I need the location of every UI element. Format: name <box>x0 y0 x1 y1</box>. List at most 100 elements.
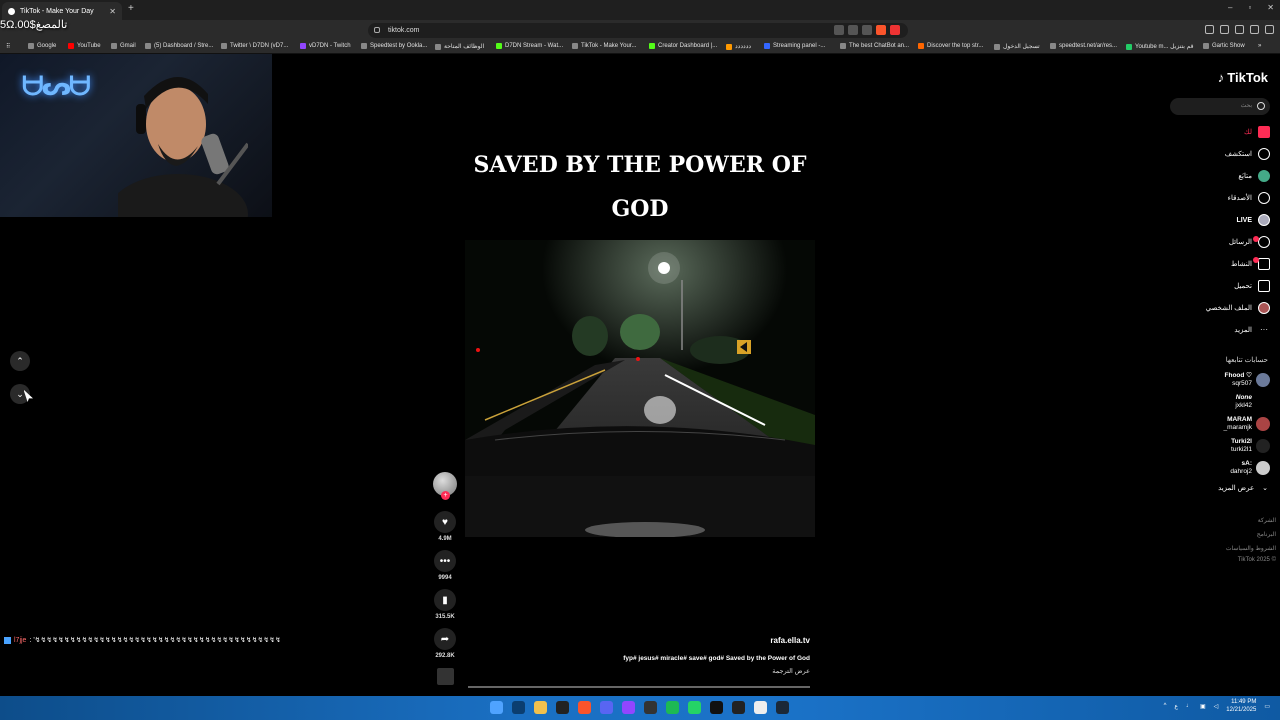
following-account[interactable]: Turki2l turki2l1 <box>1231 438 1270 454</box>
sidebar-icon[interactable] <box>1220 25 1229 34</box>
share-icon[interactable] <box>862 25 872 35</box>
microphone-icon[interactable]: ♩ <box>1186 703 1192 709</box>
nav-live[interactable]: LIVE <box>1236 214 1270 226</box>
bookmark-item[interactable]: The best ChatBot an... <box>840 43 909 49</box>
app-icon[interactable] <box>710 701 723 714</box>
spotify-icon[interactable] <box>666 701 679 714</box>
bookmark-item[interactable]: تسجيل الدخول <box>994 43 1040 50</box>
steam-icon[interactable] <box>776 701 789 714</box>
discord-icon[interactable] <box>600 701 613 714</box>
bookmark-item[interactable]: Gartic Show <box>1203 43 1245 49</box>
nav-for-you[interactable]: لك <box>1244 126 1270 138</box>
twitch-icon[interactable] <box>622 701 635 714</box>
file-explorer-icon[interactable] <box>534 701 547 714</box>
bookmark-item[interactable]: Speedtest by Ookla... <box>361 43 427 49</box>
system-tray: ^ ع ♩ ▣ ◁ 11:49 PM 12/21/2025 ▭ <box>1164 698 1270 714</box>
video-description: fyp# jesus# miracle# save# god# Saved by… <box>623 655 810 662</box>
keyboard-language[interactable]: ع <box>1174 703 1178 710</box>
bookmark-item[interactable]: speedtest.net/ar/res... <box>1050 43 1117 49</box>
nav-activity[interactable]: النشاط <box>1231 258 1270 270</box>
network-icon[interactable]: ▣ <box>1200 703 1206 710</box>
live-icon <box>1258 214 1270 226</box>
share-arrow-icon[interactable]: ➦ <box>434 628 456 650</box>
wallet-icon[interactable] <box>1235 25 1244 34</box>
cast-icon[interactable] <box>848 25 858 35</box>
search-input[interactable]: بحث <box>1170 98 1270 115</box>
heart-icon[interactable]: ♥ <box>434 511 456 533</box>
video-caption: rafa.ella.tv fyp# jesus# miracle# save# … <box>560 636 810 675</box>
bookmark-item[interactable]: D7DN Stream - Wat... <box>496 43 563 49</box>
minimize-button[interactable]: – <box>1228 3 1232 12</box>
apps-grid-icon[interactable]: ⠿ <box>6 43 10 50</box>
nav-messages[interactable]: الرسائل <box>1229 236 1270 248</box>
bookmark-item[interactable]: Twitter \ D7DN (vD7... <box>221 43 288 49</box>
footer-program-link[interactable]: البرنامج <box>1257 531 1276 538</box>
footer-terms-link[interactable]: الشروط والسياسات <box>1226 545 1276 552</box>
bookmark-item[interactable]: Youtube m... قم بتنزيل <box>1126 43 1193 50</box>
app-icon[interactable] <box>754 701 767 714</box>
tiktok-logo[interactable]: ♪ TikTok <box>1218 70 1268 85</box>
footer-copyright: © 2025 TikTok <box>1237 557 1276 563</box>
app-icon[interactable] <box>732 701 745 714</box>
see-more-button[interactable]: ⌄ عرض المزيد <box>1218 484 1268 492</box>
bookmark-item[interactable]: YouTube <box>68 43 101 49</box>
brave-rewards-icon[interactable] <box>890 25 900 35</box>
bookmark-save-icon[interactable]: ▮ <box>434 589 456 611</box>
volume-icon[interactable]: ◁ <box>1214 703 1219 710</box>
following-account[interactable]: MARAM _maramjk <box>1223 416 1270 432</box>
bookmark-item[interactable]: vD7DN - Twitch <box>300 43 351 49</box>
nav-upload[interactable]: تحميل <box>1234 280 1270 292</box>
chevron-up-icon: ⌃ <box>16 355 24 366</box>
app-icon[interactable] <box>556 701 569 714</box>
nav-following[interactable]: متابَع <box>1238 170 1270 182</box>
follow-button[interactable]: + <box>441 491 450 500</box>
brave-shield-icon[interactable] <box>876 25 886 35</box>
nav-explore[interactable]: استكشف <box>1225 148 1270 160</box>
creator-username[interactable]: rafa.ella.tv <box>560 636 810 645</box>
video-progress-bar[interactable] <box>468 686 810 688</box>
brave-browser-icon[interactable] <box>578 701 591 714</box>
close-tab-icon[interactable]: ✕ <box>109 7 116 16</box>
obs-icon[interactable] <box>644 701 657 714</box>
bookmarks-overflow-icon[interactable]: » <box>1258 43 1261 49</box>
whatsapp-icon[interactable] <box>688 701 701 714</box>
extensions-icon[interactable] <box>1205 25 1214 34</box>
bookmark-item[interactable]: الوظائف المتاحة <box>435 43 484 50</box>
nav-more[interactable]: ··· المزيد <box>1234 324 1270 336</box>
comment-icon[interactable]: ••• <box>434 550 456 572</box>
bookmark-item[interactable]: (5) Dashboard / Stre... <box>145 43 213 49</box>
vpn-icon[interactable] <box>1250 25 1259 34</box>
footer-company-link[interactable]: الشركة <box>1258 517 1276 524</box>
maximize-button[interactable]: ▫ <box>1248 3 1251 12</box>
bookmark-item[interactable]: Streaming panel -... <box>764 43 825 49</box>
clock[interactable]: 11:49 PM 12/21/2025 <box>1226 698 1256 714</box>
windows-start-icon[interactable] <box>490 701 503 714</box>
search-icon[interactable] <box>512 701 525 714</box>
close-window-button[interactable]: ✕ <box>1267 3 1274 12</box>
site-info-icon[interactable] <box>374 27 380 33</box>
following-account[interactable]: sA: dahroj2 <box>1230 460 1270 476</box>
search-icon[interactable] <box>1257 102 1265 110</box>
tray-overflow-icon[interactable]: ^ <box>1164 703 1167 709</box>
nav-friends[interactable]: الأصدقاء <box>1228 192 1270 204</box>
nav-profile[interactable]: الملف الشخصي <box>1206 302 1270 314</box>
activity-icon <box>1258 258 1270 270</box>
previous-video-button[interactable]: ⌃ <box>10 351 30 371</box>
bookmark-item[interactable]: Gmail <box>111 43 136 49</box>
see-translation-link[interactable]: عرض الترجمة <box>560 667 810 675</box>
notifications-icon[interactable]: ▭ <box>1264 703 1270 710</box>
activity-badge <box>1253 257 1259 263</box>
bookmark-item[interactable]: TikTok - Make Your... <box>572 43 636 49</box>
bookmark-item[interactable]: دددددد <box>726 43 751 50</box>
bookmark-item[interactable]: Google <box>28 43 56 49</box>
like-count: 4.9M <box>438 536 452 542</box>
url-input[interactable]: tiktok.com <box>368 23 908 38</box>
bookmark-item[interactable]: Creator Dashboard |... <box>649 43 717 49</box>
new-tab-button[interactable]: + <box>128 3 134 14</box>
music-disc-icon[interactable] <box>437 668 454 685</box>
menu-icon[interactable] <box>1265 25 1274 34</box>
following-account[interactable]: None jxkl42 <box>1235 394 1270 410</box>
no-camera-icon[interactable] <box>834 25 844 35</box>
following-account[interactable]: Fhood ♡ sqr507 <box>1225 372 1270 388</box>
bookmark-item[interactable]: Discover the top str... <box>918 43 983 49</box>
